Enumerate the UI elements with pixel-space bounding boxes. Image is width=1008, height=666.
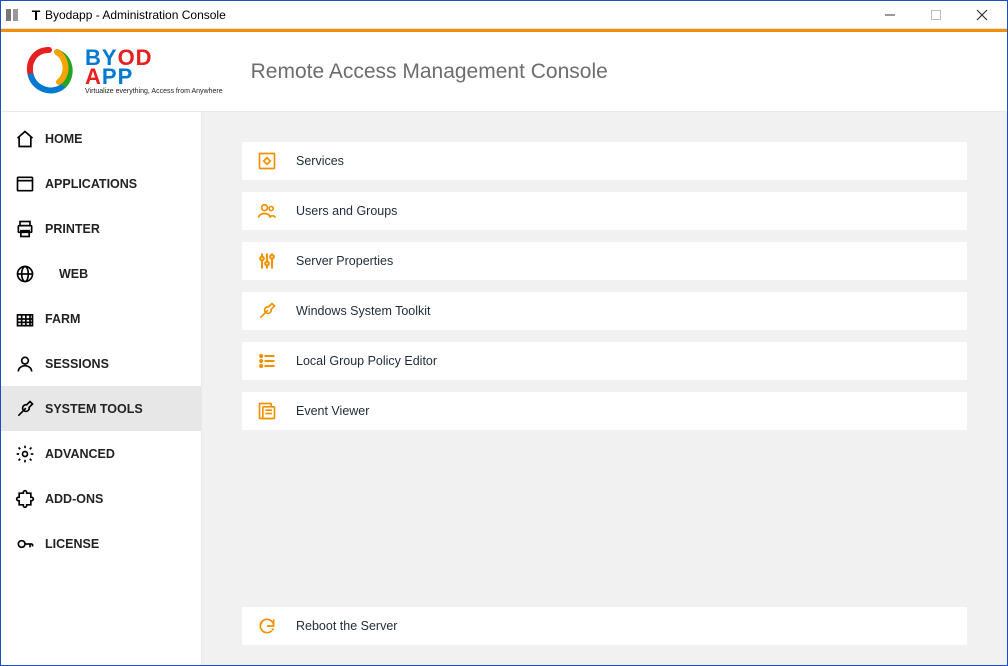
tool-label: Local Group Policy Editor <box>296 354 437 368</box>
sidebar-item-label: SYSTEM TOOLS <box>45 402 143 416</box>
sidebar-item-license[interactable]: LICENSE <box>1 521 201 566</box>
sidebar-item-label: APPLICATIONS <box>45 177 137 191</box>
sidebar-item-label: HOME <box>45 132 83 146</box>
page-title: Remote Access Management Console <box>251 60 608 84</box>
tool-server-properties[interactable]: Server Properties <box>242 242 967 280</box>
tool-label: Event Viewer <box>296 404 369 418</box>
sidebar-item-label: FARM <box>45 312 80 326</box>
sidebar-item-farm[interactable]: FARM <box>1 296 201 341</box>
app-secondary-icon: T <box>29 7 43 23</box>
logo: BYOD APP Virtualize everything, Access f… <box>21 44 223 100</box>
sliders-icon <box>256 250 278 272</box>
sidebar-item-label: LICENSE <box>45 537 99 551</box>
tool-label: Reboot the Server <box>296 619 397 633</box>
event-viewer-icon <box>256 400 278 422</box>
sidebar-item-sessions[interactable]: SESSIONS <box>1 341 201 386</box>
logo-line2a: A <box>85 64 102 89</box>
wrench-icon <box>15 399 35 419</box>
sidebar-item-advanced[interactable]: ADVANCED <box>1 431 201 476</box>
sidebar-item-label: PRINTER <box>45 222 100 236</box>
gear-icon <box>15 444 35 464</box>
home-icon <box>15 129 35 149</box>
sidebar-item-label: SESSIONS <box>45 357 109 371</box>
printer-icon <box>15 219 35 239</box>
app-icon <box>5 8 19 22</box>
logo-text: BYOD APP Virtualize everything, Access f… <box>85 48 223 96</box>
tool-users-groups[interactable]: Users and Groups <box>242 192 967 230</box>
sidebar-item-applications[interactable]: APPLICATIONS <box>1 161 201 206</box>
applications-icon <box>15 174 35 194</box>
farm-icon <box>15 309 35 329</box>
globe-icon <box>15 264 35 284</box>
logo-ring-icon <box>21 44 77 100</box>
tool-group-policy[interactable]: Local Group Policy Editor <box>242 342 967 380</box>
sidebar-item-system-tools[interactable]: SYSTEM TOOLS <box>1 386 201 431</box>
wrench-icon <box>256 300 278 322</box>
tool-windows-toolkit[interactable]: Windows System Toolkit <box>242 292 967 330</box>
tool-label: Users and Groups <box>296 204 397 218</box>
person-icon <box>15 354 35 374</box>
list-icon <box>256 350 278 372</box>
sidebar: HOME APPLICATIONS PRINTER WEB FAR <box>1 112 202 665</box>
sidebar-item-home[interactable]: HOME <box>1 116 201 161</box>
window-title: Byodapp - Administration Console <box>45 8 226 22</box>
tool-services[interactable]: Services <box>242 142 967 180</box>
sidebar-item-label: ADD-ONS <box>45 492 103 506</box>
tool-list: Services Users and Groups Server Propert… <box>242 142 967 430</box>
tool-reboot-server[interactable]: Reboot the Server <box>242 607 967 645</box>
sidebar-item-label: WEB <box>59 267 88 281</box>
minimize-button[interactable] <box>867 1 913 29</box>
content: Services Users and Groups Server Propert… <box>202 112 1007 665</box>
users-icon <box>256 200 278 222</box>
close-button[interactable] <box>959 1 1005 29</box>
tool-label: Server Properties <box>296 254 393 268</box>
titlebar: T Byodapp - Administration Console <box>1 1 1007 29</box>
maximize-button[interactable] <box>913 1 959 29</box>
sidebar-item-printer[interactable]: PRINTER <box>1 206 201 251</box>
tool-label: Services <box>296 154 344 168</box>
sidebar-item-web[interactable]: WEB <box>1 251 201 296</box>
tool-event-viewer[interactable]: Event Viewer <box>242 392 967 430</box>
logo-line2b: PP <box>102 64 133 89</box>
logo-tagline: Virtualize everything, Access from Anywh… <box>85 89 223 95</box>
sidebar-item-label: ADVANCED <box>45 447 115 461</box>
tool-label: Windows System Toolkit <box>296 304 431 318</box>
services-icon <box>256 150 278 172</box>
sidebar-item-addons[interactable]: ADD-ONS <box>1 476 201 521</box>
key-icon <box>15 534 35 554</box>
reboot-icon <box>256 615 278 637</box>
puzzle-icon <box>15 489 35 509</box>
header: BYOD APP Virtualize everything, Access f… <box>1 32 1007 112</box>
